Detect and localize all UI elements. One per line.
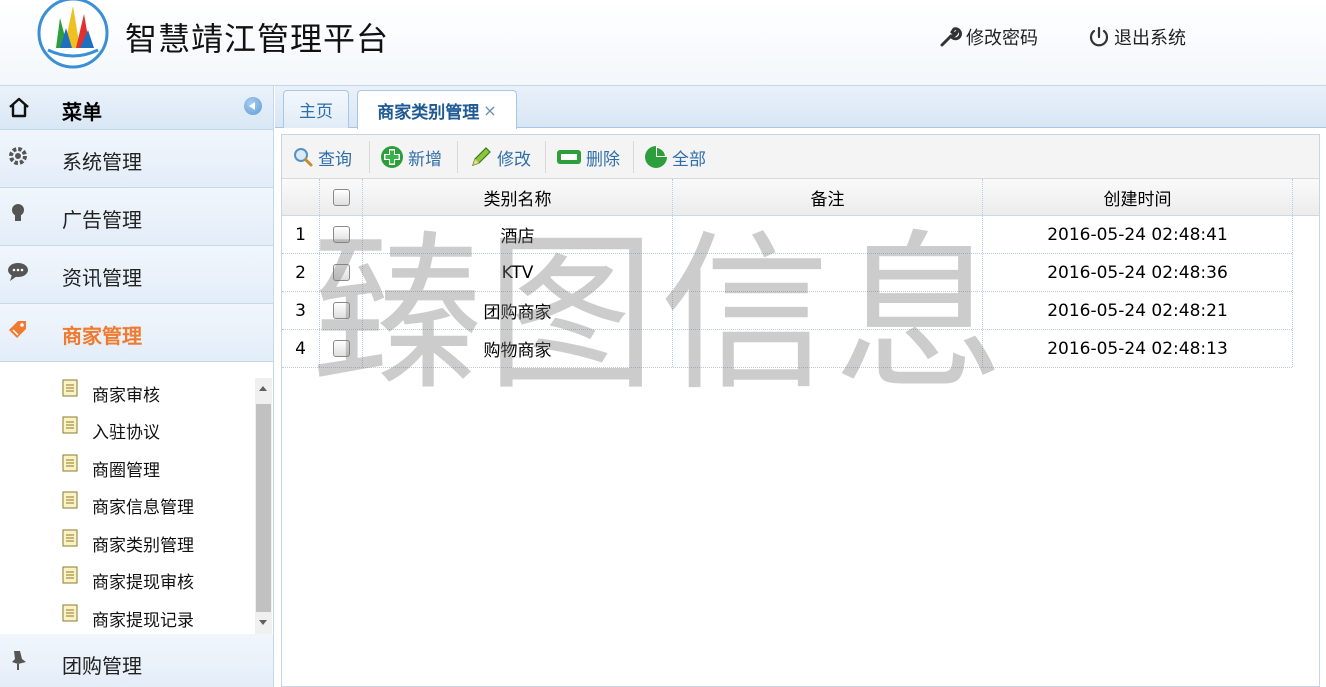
- pie-chart-icon: [645, 146, 667, 168]
- chat-bubble-icon: [8, 263, 28, 281]
- toolbar-separator: [633, 141, 634, 173]
- search-icon: [294, 148, 313, 167]
- category-name-cell: 团购商家: [363, 292, 673, 329]
- created-time-cell: 2016-05-24 02:48:41: [983, 216, 1293, 253]
- scroll-down-arrow-icon[interactable]: [259, 620, 267, 625]
- sidebar-item-settlement-agreement[interactable]: 入驻协议: [62, 415, 160, 445]
- sidebar-group-label: 资讯管理: [62, 266, 142, 290]
- app-logo: [36, 0, 110, 70]
- document-icon: [62, 491, 78, 509]
- close-tab-icon[interactable]: ×: [483, 101, 496, 120]
- created-time-cell: 2016-05-24 02:48:36: [983, 254, 1293, 291]
- app-header: 智慧靖江管理平台 修改密码 退出系统: [0, 0, 1326, 86]
- document-icon: [62, 529, 78, 547]
- row-checkbox[interactable]: [332, 302, 350, 319]
- toolbar-separator: [545, 141, 546, 173]
- sidebar-group-label: 团购管理: [62, 654, 142, 678]
- scrollbar-thumb[interactable]: [256, 404, 271, 612]
- sidebar-group-merchant[interactable]: 商家管理: [0, 304, 273, 362]
- row-checkbox[interactable]: [332, 340, 350, 357]
- remark-cell: [673, 330, 983, 367]
- wrench-icon: [940, 27, 962, 47]
- remark-cell: [673, 254, 983, 291]
- table-row[interactable]: 2 KTV 2016-05-24 02:48:36: [282, 254, 1293, 292]
- query-button[interactable]: 查询: [292, 143, 352, 171]
- scroll-up-arrow-icon[interactable]: [259, 386, 267, 391]
- sidebar-item-merchant-info[interactable]: 商家信息管理: [62, 490, 194, 520]
- pencil-icon: [472, 147, 491, 166]
- sidebar-group-ads[interactable]: 广告管理: [0, 188, 273, 246]
- sidebar-group-news[interactable]: 资讯管理: [0, 246, 273, 304]
- column-header-name[interactable]: 类别名称: [363, 179, 673, 215]
- sidebar-item-withdraw-records[interactable]: 商家提现记录: [62, 603, 194, 633]
- created-time-cell: 2016-05-24 02:48:13: [983, 330, 1293, 367]
- created-time-cell: 2016-05-24 02:48:21: [983, 292, 1293, 329]
- show-all-button[interactable]: 全部: [644, 143, 706, 171]
- document-icon: [62, 454, 78, 472]
- select-all-checkbox[interactable]: [332, 188, 350, 206]
- tag-icon: [9, 321, 26, 338]
- tab-home[interactable]: 主页: [283, 90, 349, 128]
- menu-title: 菜单: [62, 100, 102, 124]
- logout-label: 退出系统: [1114, 28, 1186, 49]
- sidebar-group-groupbuy[interactable]: 团购管理: [0, 634, 273, 687]
- column-header-remark[interactable]: 备注: [673, 179, 983, 215]
- merchant-submenu: 商家审核 入驻协议 商圈管理 商家信息管理 商家类别管理 商家提现审核 商家提现…: [0, 378, 273, 634]
- category-name-cell: 酒店: [363, 216, 673, 253]
- change-password-link[interactable]: 修改密码: [938, 24, 1038, 50]
- logout-link[interactable]: 退出系统: [1088, 24, 1186, 50]
- select-all-cell: [320, 179, 363, 215]
- sidebar-group-label: 商家管理: [62, 324, 142, 348]
- table-row[interactable]: 1 酒店 2016-05-24 02:48:41: [282, 216, 1293, 254]
- column-header-created[interactable]: 创建时间: [983, 179, 1293, 215]
- row-checkbox[interactable]: [332, 264, 350, 281]
- gear-icon: [9, 147, 27, 165]
- grid-panel: 查询 新增 修改 删除 全部 类别名称 备注 创建时间 1 酒店 2016-05…: [281, 134, 1320, 687]
- table-row[interactable]: 3 团购商家 2016-05-24 02:48:21: [282, 292, 1293, 330]
- app-title: 智慧靖江管理平台: [125, 20, 390, 58]
- document-icon: [62, 379, 78, 397]
- delete-button[interactable]: 删除: [556, 143, 620, 171]
- sidebar-item-business-district[interactable]: 商圈管理: [62, 453, 160, 483]
- toolbar: 查询 新增 修改 删除 全部: [282, 135, 1319, 179]
- remark-cell: [673, 216, 983, 253]
- lightbulb-icon: [12, 204, 24, 221]
- pin-icon: [12, 651, 26, 670]
- table-row[interactable]: 4 购物商家 2016-05-24 02:48:13: [282, 330, 1293, 368]
- menu-header: 菜单: [0, 86, 273, 130]
- category-name-cell: KTV: [363, 254, 673, 291]
- row-checkbox[interactable]: [332, 226, 350, 243]
- main-content: 主页 商家类别管理 × 查询 新增 修改 删除 全部 类别名称 备注 创建时间 …: [275, 86, 1326, 687]
- edit-button[interactable]: 修改: [469, 143, 531, 171]
- document-icon: [62, 416, 78, 434]
- document-icon: [62, 566, 78, 584]
- plus-icon: [381, 146, 403, 168]
- toolbar-separator: [457, 141, 458, 173]
- change-password-label: 修改密码: [966, 28, 1038, 49]
- rownum-header: [282, 179, 320, 215]
- submenu-scrollbar[interactable]: [255, 378, 272, 634]
- toolbar-separator: [369, 141, 370, 173]
- power-icon: [1089, 26, 1109, 47]
- sidebar-item-withdraw-review[interactable]: 商家提现审核: [62, 565, 194, 595]
- category-name-cell: 购物商家: [363, 330, 673, 367]
- tab-merchant-category[interactable]: 商家类别管理 ×: [357, 90, 517, 129]
- add-button[interactable]: 新增: [380, 143, 442, 171]
- sidebar-group-label: 广告管理: [62, 208, 142, 232]
- home-icon: [9, 97, 29, 118]
- sidebar-item-merchant-category[interactable]: 商家类别管理: [62, 528, 194, 558]
- sidebar-item-merchant-review[interactable]: 商家审核: [62, 378, 160, 408]
- document-icon: [62, 604, 78, 622]
- minus-icon: [557, 150, 581, 164]
- collapse-sidebar-button[interactable]: [244, 97, 262, 115]
- sidebar-group-system[interactable]: 系统管理: [0, 130, 273, 188]
- sidebar: 菜单 系统管理 广告管理 资讯管理 商家管理 商家审核 入驻协议 商圈管理 商家…: [0, 86, 274, 687]
- remark-cell: [673, 292, 983, 329]
- grid-header: 类别名称 备注 创建时间: [282, 179, 1319, 216]
- tab-bar: 主页 商家类别管理 ×: [275, 86, 1326, 129]
- sidebar-group-label: 系统管理: [62, 150, 142, 174]
